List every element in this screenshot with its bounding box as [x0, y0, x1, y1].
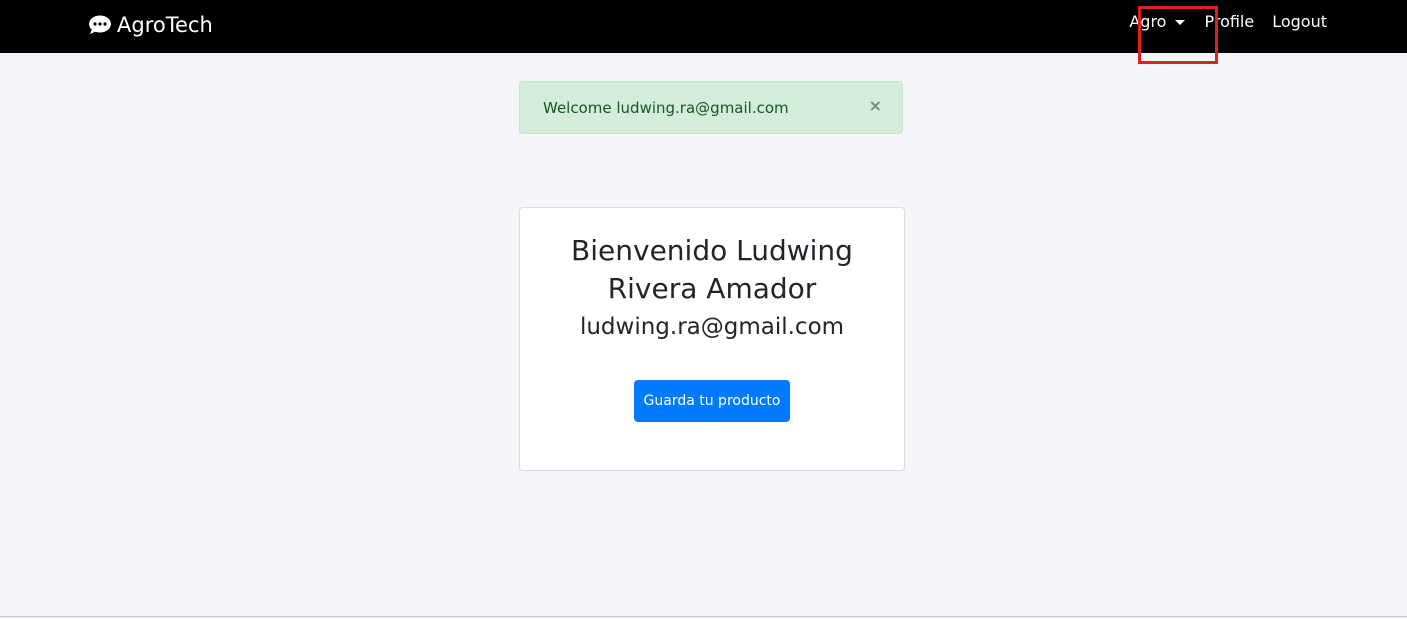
agro-dropdown-label: Agro	[1129, 12, 1167, 31]
top-navbar: AgroTech Agro Profile Logout	[0, 0, 1407, 53]
profile-link[interactable]: Profile	[1204, 12, 1254, 31]
save-product-button[interactable]: Guarda tu producto	[634, 380, 790, 422]
comment-dots-icon	[89, 15, 111, 34]
card-title: Bienvenido Ludwing Rivera Amador	[571, 234, 853, 305]
logout-link[interactable]: Logout	[1272, 12, 1327, 31]
caret-down-icon	[1175, 20, 1186, 25]
brand-name: AgroTech	[117, 13, 213, 37]
brand-link[interactable]: AgroTech	[88, 11, 213, 39]
alert-message: Welcome ludwing.ra@gmail.com	[543, 99, 789, 117]
close-icon[interactable]: ×	[869, 96, 882, 115]
agro-dropdown-toggle[interactable]: Agro	[1129, 12, 1186, 31]
nav-menu: Agro Profile Logout	[1129, 12, 1327, 31]
welcome-card: Bienvenido Ludwing Rivera Amador ludwing…	[519, 207, 905, 471]
footer-divider	[0, 616, 1407, 617]
card-email: ludwing.ra@gmail.com	[579, 314, 845, 340]
welcome-alert: Welcome ludwing.ra@gmail.com ×	[519, 81, 903, 134]
